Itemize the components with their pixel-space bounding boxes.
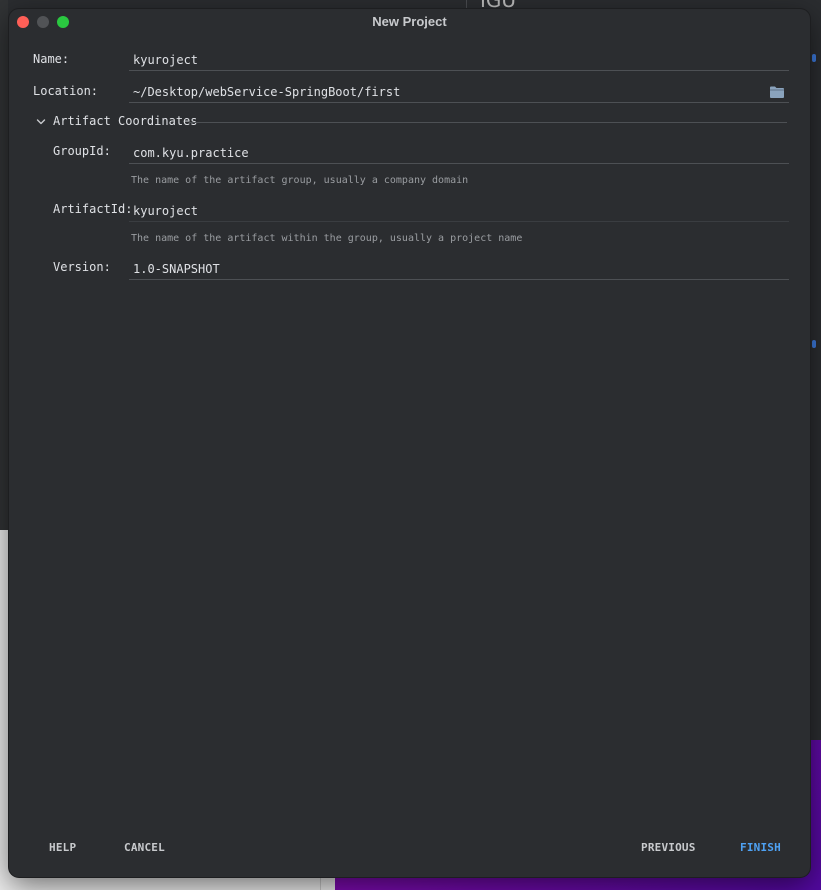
group-id-label: GroupId: [53,144,111,158]
section-divider [189,122,787,123]
title-bar: New Project [9,9,810,35]
chevron-down-icon [36,119,46,125]
name-label: Name: [33,52,70,66]
name-input[interactable] [133,51,763,69]
artifact-coordinates-title: Artifact Coordinates [53,114,198,128]
new-project-dialog: New Project Name: Location: Artifact Coo… [9,9,810,877]
artifact-id-input[interactable] [133,202,763,220]
artifact-id-field-container [129,200,789,222]
folder-icon[interactable] [769,85,785,99]
version-label: Version: [53,260,111,274]
location-label: Location: [33,84,99,98]
name-field-container [129,49,789,71]
location-field-container [129,81,789,103]
background-marker [812,340,816,348]
previous-button[interactable]: PREVIOUS [637,839,700,856]
help-button[interactable]: HELP [45,839,80,856]
group-id-field-container [129,142,789,164]
location-input[interactable] [133,83,763,101]
version-field-container [129,258,789,280]
artifact-id-hint: The name of the artifact within the grou… [131,233,523,244]
background-right-strip [810,0,821,740]
cancel-button[interactable]: CANCEL [120,839,169,856]
background-marker [812,54,816,62]
group-id-hint: The name of the artifact group, usually … [131,175,469,186]
dialog-title: New Project [372,14,447,29]
finish-button[interactable]: FINISH [736,839,785,856]
group-id-input[interactable] [133,144,763,162]
version-input[interactable] [133,260,763,278]
background-editor-gutter [0,0,8,530]
artifact-id-label: ArtifactId: [53,202,133,216]
